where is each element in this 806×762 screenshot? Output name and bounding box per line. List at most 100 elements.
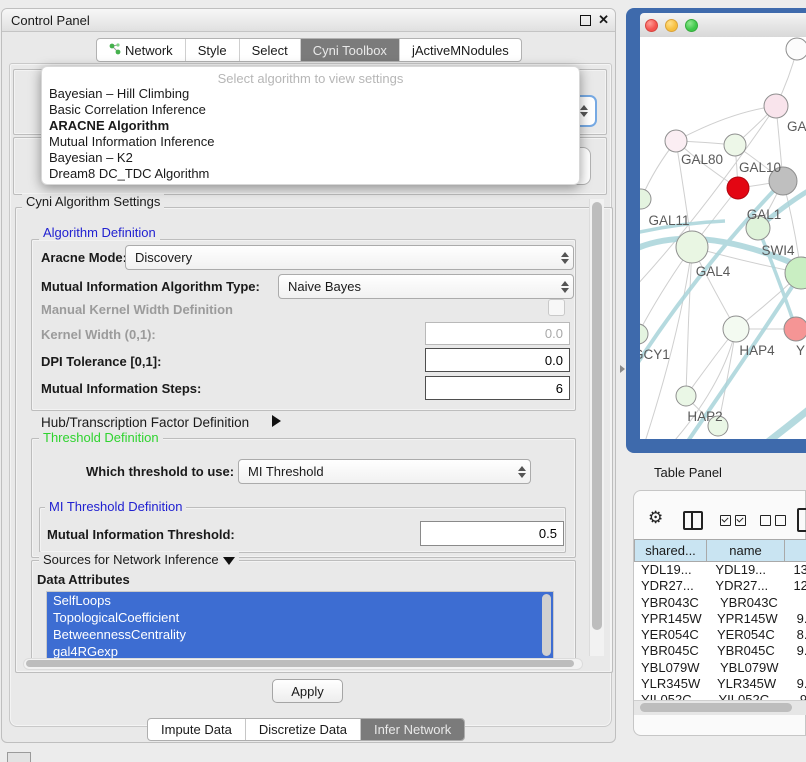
float-window-icon[interactable]	[580, 15, 591, 26]
bottom-tab-strip: Impute Data Discretize Data Infer Networ…	[147, 718, 465, 741]
list-item[interactable]: BetweennessCentrality	[47, 626, 553, 643]
data-attributes-list[interactable]: SelfLoops TopologicalCoefficient Between…	[46, 591, 554, 661]
close-traffic-light[interactable]	[645, 19, 658, 32]
aracne-mode-combo[interactable]: Discovery	[125, 245, 574, 270]
node-label: HAP4	[739, 343, 775, 358]
table-body: YDL19...YDL19...13 YDR27...YDR27...12 YB…	[634, 562, 806, 700]
tab-style[interactable]: Style	[186, 39, 240, 61]
splitter-handle[interactable]	[620, 365, 625, 373]
mi-threshold-title: MI Threshold Definition	[45, 499, 186, 514]
network-canvas[interactable]: GAL GAL80 GAL10 GAL1 GAL11 SWI4 GAL4 GCY…	[640, 37, 806, 439]
table-row[interactable]: YBR045CYBR045C9.	[634, 643, 806, 659]
control-panel-titlebar[interactable]: Control Panel ✕	[2, 9, 615, 32]
clear-all-checks-icon[interactable]	[760, 515, 786, 526]
apply-button[interactable]: Apply	[272, 679, 343, 703]
mi-type-combo[interactable]: Naive Bayes	[278, 274, 574, 299]
tab-infer-network[interactable]: Infer Network	[361, 719, 464, 740]
tab-impute-data[interactable]: Impute Data	[148, 719, 246, 740]
network-node-gcy1[interactable]	[640, 324, 648, 344]
network-node[interactable]	[786, 38, 806, 60]
mi-type-label: Mutual Information Algorithm Type:	[41, 279, 260, 294]
hub-definition-label: Hub/Transcription Factor Definition	[41, 415, 249, 430]
collapse-arrow-icon[interactable]	[223, 557, 235, 565]
menu-item-basic-correlation[interactable]: Basic Correlation Inference	[49, 102, 569, 118]
sources-title: Sources for Network Inference	[39, 552, 239, 567]
table-row[interactable]: YDL19...YDL19...13	[634, 562, 806, 578]
tab-discretize-data[interactable]: Discretize Data	[246, 719, 361, 740]
combo-stepper-icon	[557, 246, 573, 269]
table-row[interactable]: YIL052CYIL052C9	[634, 692, 806, 700]
column-header-shared[interactable]: shared...	[634, 539, 707, 562]
list-scrollbar-thumb[interactable]	[542, 594, 551, 656]
control-panel-window: Control Panel ✕ Network Style Se	[1, 8, 616, 743]
which-threshold-combo[interactable]: MI Threshold	[238, 459, 531, 484]
network-window-titlebar[interactable]	[640, 13, 806, 37]
network-view-window[interactable]: GAL GAL80 GAL10 GAL1 GAL11 SWI4 GAL4 GCY…	[626, 8, 806, 453]
menu-item-bayesian-hill-climbing[interactable]: Bayesian – Hill Climbing	[49, 86, 569, 102]
node-label: GAL80	[681, 152, 723, 167]
close-icon[interactable]: ✕	[598, 12, 609, 28]
mi-threshold-field[interactable]: 0.5	[420, 521, 564, 546]
tab-select[interactable]: Select	[240, 39, 301, 61]
algorithm-definition-title: Algorithm Definition	[39, 225, 160, 240]
which-threshold-label: Which threshold to use:	[86, 464, 234, 479]
table-row[interactable]: YPR145WYPR145W9.	[634, 611, 806, 627]
network-node-gal4[interactable]	[676, 231, 708, 263]
new-table-icon[interactable]	[797, 508, 806, 532]
network-node-gal1[interactable]	[727, 177, 749, 199]
menu-item-aracne[interactable]: ARACNE Algorithm	[49, 118, 569, 134]
network-node[interactable]	[640, 189, 651, 209]
table-row[interactable]: YDR27...YDR27...12	[634, 578, 806, 594]
table-row[interactable]: YBL079WYBL079W	[634, 660, 806, 676]
node-label: SWI4	[761, 243, 794, 258]
node-label: GAL10	[739, 160, 781, 175]
zoom-traffic-light[interactable]	[685, 19, 698, 32]
tab-network[interactable]: Network	[97, 39, 186, 61]
settings-vertical-scrollbar-thumb[interactable]	[592, 202, 602, 630]
network-node-gal10[interactable]	[724, 134, 746, 156]
minimize-traffic-light[interactable]	[665, 19, 678, 32]
gear-icon[interactable]: ⚙	[648, 508, 663, 528]
split-columns-icon[interactable]	[683, 511, 703, 530]
network-node-gal80[interactable]	[665, 130, 687, 152]
dpi-tolerance-field[interactable]: 0.0	[425, 348, 570, 372]
kernel-width-label: Kernel Width (0,1):	[41, 327, 156, 342]
menu-item-mutual-information[interactable]: Mutual Information Inference	[49, 134, 569, 150]
node-label: GAL	[787, 119, 806, 134]
table-panel-title: Table Panel	[654, 465, 722, 480]
network-node[interactable]	[764, 94, 788, 118]
minimized-panel-icon[interactable]	[7, 752, 31, 762]
column-header-cut[interactable]: A	[784, 539, 806, 562]
table-row[interactable]: YBR043CYBR043C	[634, 595, 806, 611]
list-item[interactable]: SelfLoops	[47, 592, 553, 609]
kernel-width-field[interactable]: 0.0	[425, 322, 570, 345]
network-node-hap2[interactable]	[676, 386, 696, 406]
menu-item-dream8[interactable]: Dream8 DC_TDC Algorithm	[49, 166, 569, 182]
list-item[interactable]: TopologicalCoefficient	[47, 609, 553, 626]
tab-cyni-toolbox[interactable]: Cyni Toolbox	[301, 39, 400, 61]
table-row[interactable]: YLR345WYLR345W9.	[634, 676, 806, 692]
network-node[interactable]	[784, 317, 806, 341]
select-all-checks-icon[interactable]	[720, 515, 746, 526]
mi-threshold-label: Mutual Information Threshold:	[47, 527, 235, 542]
table-horizontal-scrollbar-thumb[interactable]	[640, 703, 792, 712]
table-horizontal-scrollbar[interactable]	[634, 700, 806, 715]
column-header-name[interactable]: name	[706, 539, 785, 562]
settings-vertical-scrollbar[interactable]	[589, 199, 604, 656]
node-label: Y	[796, 343, 805, 358]
table-panel-card: ⚙ shared... name A YDL19...YDL19...13 YD…	[633, 490, 806, 736]
network-graph[interactable]: GAL GAL80 GAL10 GAL1 GAL11 SWI4 GAL4 GCY…	[640, 37, 806, 439]
mi-steps-field[interactable]: 6	[425, 376, 570, 400]
settings-horizontal-scrollbar[interactable]	[23, 658, 583, 670]
screen: Control Panel ✕ Network Style Se	[0, 0, 806, 762]
settings-horizontal-scrollbar-thumb[interactable]	[26, 660, 574, 667]
menu-item-bayesian-k2[interactable]: Bayesian – K2	[49, 150, 569, 166]
manual-kernel-checkbox[interactable]	[548, 299, 565, 316]
expand-arrow-icon[interactable]	[272, 415, 281, 427]
node-label: GAL11	[648, 213, 689, 228]
tab-jactivemnodules[interactable]: jActiveMNodules	[400, 39, 521, 61]
network-node-hap4[interactable]	[723, 316, 749, 342]
combo-stepper-icon	[557, 275, 573, 298]
stepper-up-icon	[580, 105, 588, 110]
table-row[interactable]: YER054CYER054C8.	[634, 627, 806, 643]
